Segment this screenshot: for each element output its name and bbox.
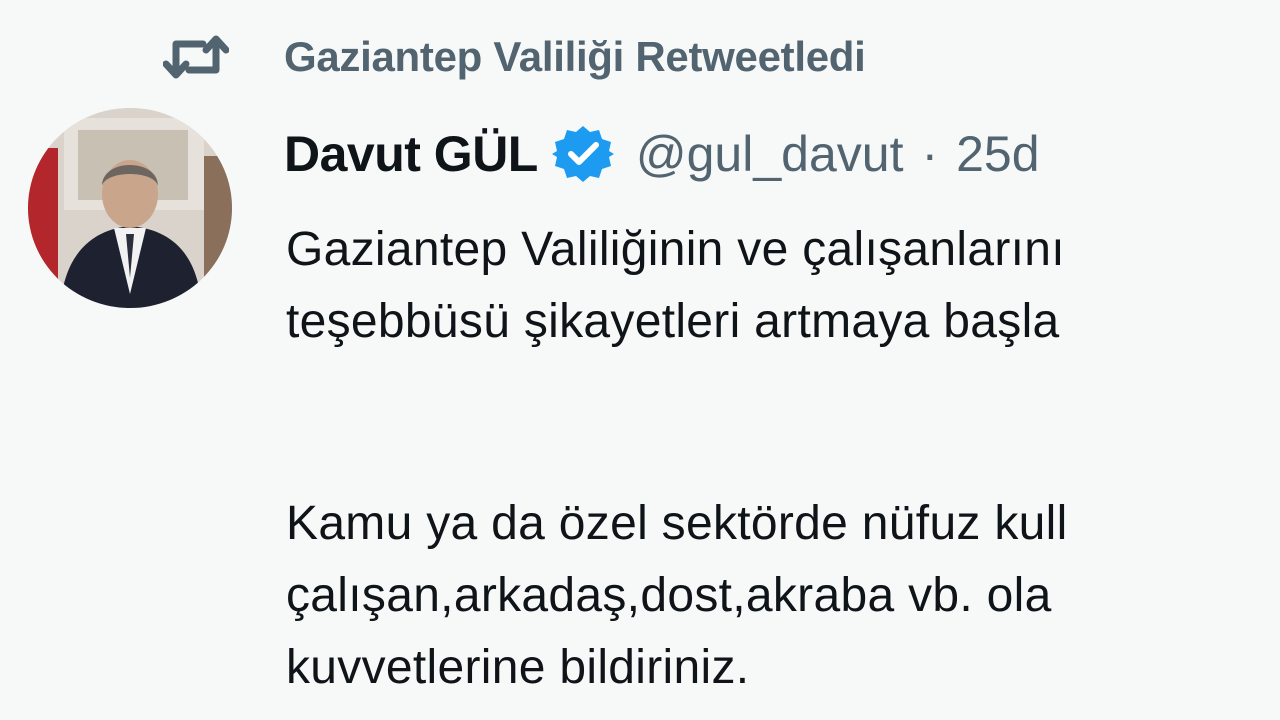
tweet-text-line: Kamu ya da özel sektörde nüfuz kull [286,497,1068,550]
avatar[interactable] [28,108,232,308]
retweet-icon [160,24,232,90]
tweet-header: Davut GÜL @gul_davut · 25d [284,118,1040,190]
tweet-text-line: kuvvetlerine bildiriniz. [286,641,750,694]
author-handle[interactable]: @gul_davut [636,125,904,183]
tweet-text-line: teşebbüsü şikayetleri artmaya başla [286,295,1060,348]
tweet-text-line: Gaziantep Valiliğinin ve çalışanlarını [286,223,1065,276]
verified-badge-icon [551,123,614,185]
author-display-name[interactable]: Davut GÜL [284,125,538,183]
tweet-text-line: çalışan,arkadaş,dost,akraba vb. ola [286,569,1052,622]
header-separator: · [921,126,939,182]
retweet-context: Gaziantep Valiliği Retweetledi [160,24,866,90]
retweet-label[interactable]: Gaziantep Valiliği Retweetledi [284,33,866,81]
tweet-text: Gaziantep Valiliğinin ve çalışanlarını t… [286,214,1280,704]
tweet-timestamp[interactable]: 25d [956,125,1039,183]
